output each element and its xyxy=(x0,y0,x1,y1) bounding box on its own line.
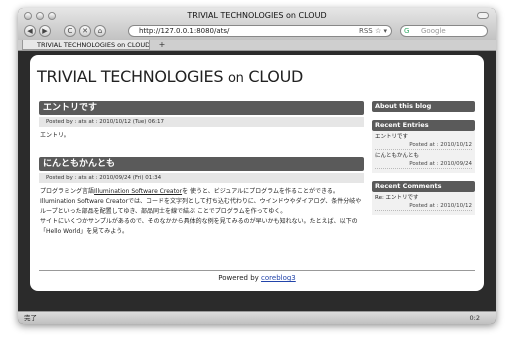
post-paragraph: サイトにいくつかサンプルがあるので、そのなかから具体的な例を見てみるのが早いかも… xyxy=(40,218,358,235)
page-footer: Powered by coreblog3 xyxy=(39,270,475,282)
sidebar-heading-about: About this blog xyxy=(372,101,475,112)
recent-entry-link[interactable]: にんともかんとも xyxy=(375,152,472,160)
recent-entry-link[interactable]: エントリです xyxy=(375,133,472,141)
recent-comments-list: Re: エントリです Posted at : 2010/10/12 xyxy=(372,192,475,215)
recent-entry-date: Posted at : 2010/09/24 xyxy=(375,160,472,169)
search-placeholder: Google xyxy=(421,27,446,35)
reload-button[interactable]: C xyxy=(64,25,76,37)
recent-entries-list: エントリです Posted at : 2010/10/12 にんともかんとも P… xyxy=(372,131,475,173)
post-paragraph: Illumination Software Creatorでは、コードを文字列と… xyxy=(40,198,362,215)
post-title[interactable]: にんともかんとも xyxy=(39,157,364,171)
site-title-main: TRIVIAL TECHNOLOGIES xyxy=(37,67,228,86)
forward-button[interactable]: ▶ xyxy=(39,25,51,37)
toolbar-toggle-button[interactable] xyxy=(477,12,489,19)
post: エントリです Posted by : ats at : 2010/10/12 (… xyxy=(39,101,364,141)
sidebar-heading-recent-comments: Recent Comments xyxy=(372,181,475,192)
post-meta: Posted by : ats at : 2010/10/12 (Tue) 06… xyxy=(39,117,364,127)
home-button[interactable]: ⌂ xyxy=(94,25,106,37)
post-text: を 使うと、ビジュアルにプログラムを作ることができる。 xyxy=(182,188,339,195)
recent-entry-date: Posted at : 2010/10/12 xyxy=(375,141,472,150)
post: にんともかんとも Posted by : ats at : 2010/09/24… xyxy=(39,157,364,237)
navigation-buttons: ◀ ▶ C ✕ ⌂ xyxy=(24,25,106,37)
browser-window: TRIVIAL TECHNOLOGIES on CLOUD ◀ ▶ C ✕ ⌂ … xyxy=(18,8,496,324)
post-body: エントリ。 xyxy=(40,132,70,139)
post-link[interactable]: Illumination Software Creator xyxy=(94,188,182,195)
sidebar: About this blog Recent Entries エントリです Po… xyxy=(372,101,475,215)
address-bar-tools[interactable]: RSS ☆ ▾ xyxy=(359,26,387,37)
status-bar: 完了 0:2 xyxy=(18,311,496,324)
url-text: http://127.0.0.1:8080/ats/ xyxy=(139,27,230,35)
site-title[interactable]: TRIVIAL TECHNOLOGIES on CLOUD xyxy=(37,67,303,86)
recent-comment-link[interactable]: Re: エントリです xyxy=(375,194,472,202)
post-body: プログラミング言語Illumination Software Creatorを … xyxy=(39,187,364,237)
browser-viewport: TRIVIAL TECHNOLOGIES on CLOUD エントリです Pos… xyxy=(18,53,496,311)
address-bar[interactable]: http://127.0.0.1:8080/ats/ RSS ☆ ▾ xyxy=(128,25,392,37)
new-tab-button[interactable]: + xyxy=(156,40,168,50)
status-indicator: 0:2 xyxy=(469,314,480,322)
footer-link[interactable]: coreblog3 xyxy=(261,274,296,282)
main-content: エントリです Posted by : ats at : 2010/10/12 (… xyxy=(39,101,364,237)
blog-page: TRIVIAL TECHNOLOGIES on CLOUD エントリです Pos… xyxy=(30,55,484,291)
post-title[interactable]: エントリです xyxy=(39,101,364,115)
status-text: 完了 xyxy=(24,314,37,322)
window-title: TRIVIAL TECHNOLOGIES on CLOUD xyxy=(187,11,327,20)
tab-bar: TRIVIAL TECHNOLOGIES on CLOUD + xyxy=(18,40,496,51)
tab-active[interactable]: TRIVIAL TECHNOLOGIES on CLOUD xyxy=(22,40,150,50)
recent-comment-date: Posted at : 2010/10/12 xyxy=(375,202,472,211)
search-engine-icon[interactable]: G xyxy=(404,26,409,37)
back-button[interactable]: ◀ xyxy=(24,25,36,37)
footer-text: Powered by xyxy=(218,274,262,282)
site-title-on: on xyxy=(227,71,244,86)
stop-button[interactable]: ✕ xyxy=(79,25,91,37)
post-paragraph: プログラミング言語Illumination Software Creatorを … xyxy=(40,187,364,197)
sidebar-heading-recent-entries: Recent Entries xyxy=(372,120,475,131)
search-input[interactable]: G Google xyxy=(400,25,488,37)
post-meta: Posted by : ats at : 2010/09/24 (Fri) 01… xyxy=(39,173,364,183)
post-text: プログラミング言語 xyxy=(40,188,95,195)
site-title-cloud: CLOUD xyxy=(243,67,304,86)
